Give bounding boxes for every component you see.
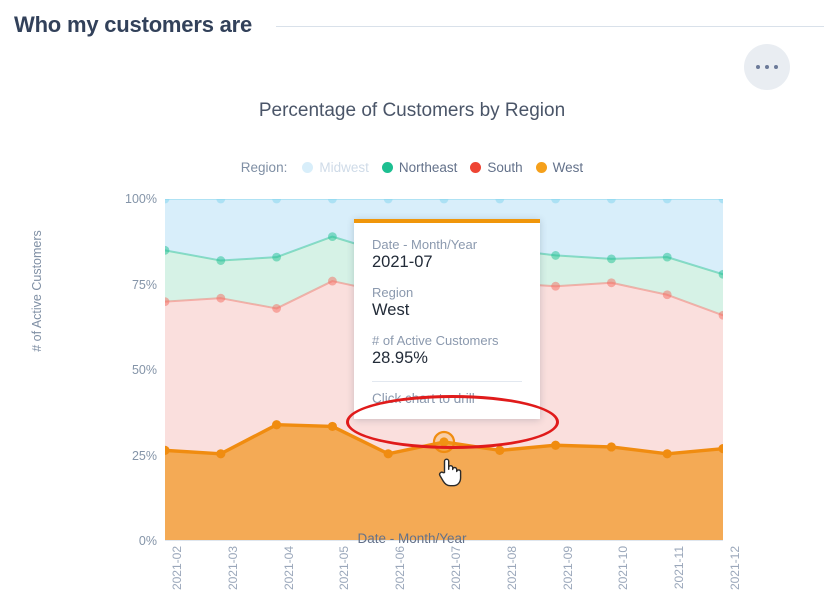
data-point-west[interactable] [495,445,505,455]
overflow-dot-icon [765,65,769,69]
legend-swatch-west [535,162,547,173]
x-tick-label: 2021-04 [281,546,296,591]
tooltip-divider [372,381,522,382]
data-point-west[interactable] [383,449,393,459]
data-point-northeast[interactable] [551,251,560,260]
legend-label-west: West [552,160,584,175]
x-tick-label: 2021-07 [449,546,463,591]
x-tick-label: 2021-02 [170,546,184,591]
legend-title: Region: [240,160,288,175]
y-axis-title: # of Active Customers [30,230,44,352]
x-tick-label: 2021-12 [728,546,742,591]
overflow-dot-icon [774,65,778,69]
x-tick-label: 2021-10 [616,546,631,591]
y-tick-label: 25% [131,448,157,463]
legend-item-west[interactable]: West [535,160,584,175]
legend-swatch-south [470,162,482,173]
legend-swatch-midwest [302,162,314,173]
y-tick-label: 50% [131,363,157,377]
legend-label-northeast: Northeast [398,160,458,175]
data-point-west[interactable] [272,420,282,430]
data-point-northeast[interactable] [662,252,672,262]
x-axis-title: Date - Month/Year [357,531,467,546]
x-tick-label: 2021-06 [393,546,408,591]
chart-title: Percentage of Customers by Region [258,100,566,121]
legend-item-south[interactable]: South [470,160,523,175]
overflow-menu-button[interactable] [744,44,790,90]
tooltip-metric-value: 28.95% [372,349,428,367]
legend-label-south: South [487,160,523,175]
x-axis-ticks: 2021-02 2021-03 2021-04 2021-05 2021-06 2021-… [165,546,742,612]
header-divider [276,25,824,27]
data-point-northeast[interactable] [272,252,281,262]
x-tick-label: 2021-11 [672,546,687,590]
data-point-south[interactable] [216,293,226,303]
tooltip-metric-key: # of Active Customers [372,333,499,348]
page-title: Who my customers are [14,12,253,37]
y-tick-label: 100% [125,192,157,206]
data-point-west[interactable] [327,421,337,432]
data-point-south[interactable] [607,278,616,288]
tooltip-date-key: Date - Month/Year [372,237,478,252]
tooltip-date-value: 2021-07 [372,253,433,271]
legend-label-midwest: Midwest [319,160,369,175]
chart-legend: Region: Midwest Northeast South West [0,160,824,175]
highlighted-data-point[interactable] [432,430,456,454]
x-tick-label: 2021-05 [337,546,352,591]
legend-item-midwest[interactable]: Midwest [302,160,369,175]
data-point-northeast[interactable] [216,256,226,265]
tooltip-region-key: Region [372,285,414,300]
y-axis-ticks: 0% 25% 50% 75% 100% [85,192,157,548]
chart-tooltip: Date - Month/Year 2021-07 Region West # … [354,219,540,419]
data-point-south[interactable] [662,290,672,300]
data-point-south[interactable] [272,304,281,313]
data-point-west[interactable] [551,440,561,450]
x-tick-label: 2021-09 [560,546,575,591]
data-point-west[interactable] [216,449,226,459]
tooltip-region-value: West [372,301,410,319]
y-tick-label: 75% [131,277,157,292]
chart-card: Percentage of Customers by Region Region… [0,88,824,590]
dashboard-header: Who my customers are [0,0,824,50]
x-tick-label: 2021-03 [225,546,240,591]
overflow-dot-icon [756,65,760,69]
data-point-west[interactable] [662,449,672,459]
data-point-northeast[interactable] [607,254,616,264]
tooltip-drill-hint: Click chart to drill [372,391,475,406]
data-point-south[interactable] [328,276,337,286]
legend-item-northeast[interactable]: Northeast [381,160,458,175]
data-point-northeast[interactable] [328,232,337,242]
x-tick-label: 2021-08 [504,546,519,591]
legend-swatch-northeast [381,162,393,173]
data-point-south[interactable] [551,281,560,291]
data-point-west[interactable] [606,442,616,452]
